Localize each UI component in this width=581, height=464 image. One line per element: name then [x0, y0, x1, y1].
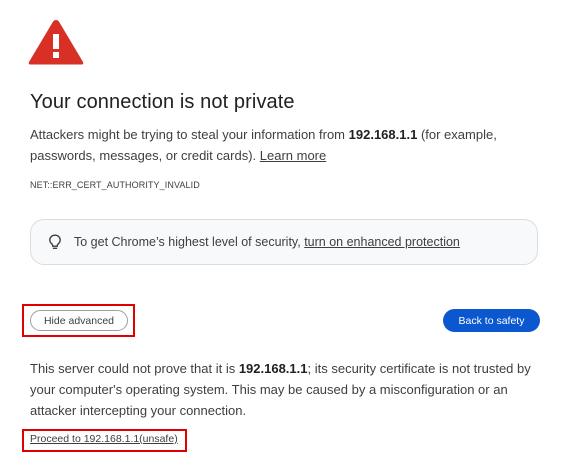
details-prefix: This server could not prove that it is [30, 361, 239, 376]
learn-more-link[interactable]: Learn more [260, 148, 326, 163]
proceed-unsafe-link[interactable]: Proceed to 192.168.1.1(unsafe) [30, 433, 178, 445]
warning-triangle-icon [28, 20, 84, 65]
enhanced-protection-box: To get Chrome’s highest level of securit… [30, 219, 538, 265]
enhanced-protection-link[interactable]: turn on enhanced protection [304, 235, 460, 249]
enhanced-protection-prefix: To get Chrome’s highest level of securit… [74, 235, 305, 249]
error-code: NET::ERR_CERT_AUTHORITY_INVALID [30, 180, 200, 190]
interstitial-page: Your connection is not private Attackers… [0, 0, 581, 464]
hide-advanced-button[interactable]: Hide advanced [30, 310, 128, 331]
enhanced-protection-text: To get Chrome’s highest level of securit… [74, 235, 460, 249]
page-title: Your connection is not private [30, 91, 295, 113]
description-host: 192.168.1.1 [348, 127, 418, 142]
warning-description: Attackers might be trying to steal your … [30, 124, 540, 166]
back-to-safety-button[interactable]: Back to safety [443, 309, 540, 332]
advanced-details: This server could not prove that it is 1… [30, 358, 540, 421]
description-prefix: Attackers might be trying to steal your … [30, 127, 349, 142]
lightbulb-icon [49, 234, 61, 250]
details-host: 192.168.1.1 [238, 361, 308, 376]
